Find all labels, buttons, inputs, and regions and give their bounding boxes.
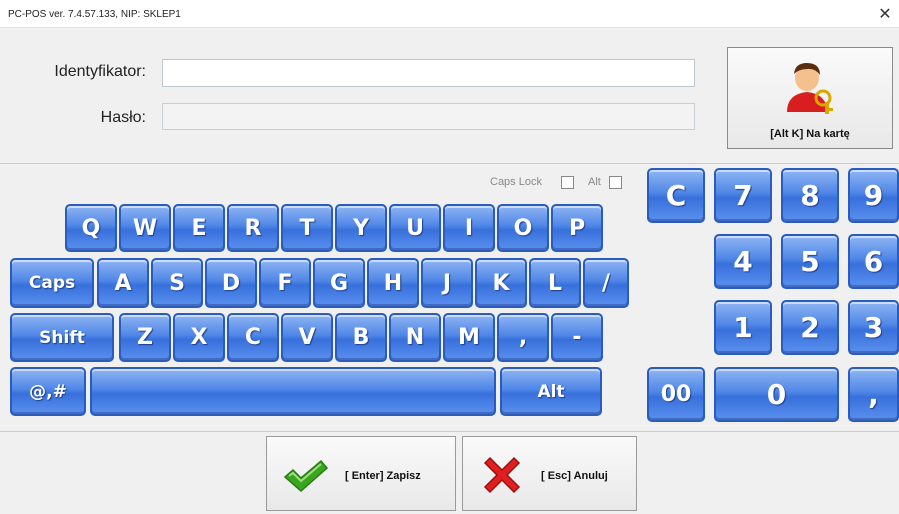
key-t[interactable]: T <box>281 204 333 252</box>
key-e[interactable]: E <box>173 204 225 252</box>
key-n[interactable]: N <box>389 313 441 362</box>
key-x[interactable]: X <box>173 313 225 362</box>
key-6[interactable]: 6 <box>848 234 899 289</box>
key-j[interactable]: J <box>421 258 473 308</box>
key-caps[interactable]: Caps <box>10 258 94 308</box>
caps-lock-label: Caps Lock <box>490 176 542 188</box>
key-y[interactable]: Y <box>335 204 387 252</box>
key-00[interactable]: 00 <box>647 367 705 422</box>
key-8[interactable]: 8 <box>781 168 839 223</box>
card-login-label: [Alt K] Na kartę <box>770 128 850 140</box>
key-9[interactable]: 9 <box>848 168 899 223</box>
key-q[interactable]: Q <box>65 204 117 252</box>
alt-checkbox[interactable] <box>609 176 622 189</box>
save-button[interactable]: [ Enter] Zapisz <box>266 436 456 511</box>
key-a[interactable]: A <box>97 258 149 308</box>
cancel-label: [ Esc] Anuluj <box>541 470 608 482</box>
key-s[interactable]: S <box>151 258 203 308</box>
key-symbols[interactable]: @,# <box>10 367 86 416</box>
caps-lock-checkbox[interactable] <box>561 176 574 189</box>
close-icon[interactable]: ✕ <box>875 4 895 24</box>
checkmark-icon <box>283 459 329 492</box>
save-label: [ Enter] Zapisz <box>345 470 421 482</box>
key-h[interactable]: H <box>367 258 419 308</box>
key-c[interactable]: C <box>227 313 279 362</box>
key-u[interactable]: U <box>389 204 441 252</box>
identifier-label: Identyfikator: <box>54 63 146 80</box>
cross-icon <box>483 456 521 494</box>
key-i[interactable]: I <box>443 204 495 252</box>
window-title: PC-POS ver. 7.4.57.133, NIP: SKLEP1 <box>8 9 181 20</box>
user-key-icon <box>787 63 833 114</box>
key-slash[interactable]: / <box>583 258 629 308</box>
key-0[interactable]: 0 <box>714 367 839 422</box>
password-label: Hasło: <box>100 109 146 126</box>
key-5[interactable]: 5 <box>781 234 839 289</box>
password-field[interactable] <box>162 103 695 130</box>
key-p[interactable]: P <box>551 204 603 252</box>
key-z[interactable]: Z <box>119 313 171 362</box>
key-k[interactable]: K <box>475 258 527 308</box>
key-m[interactable]: M <box>443 313 495 362</box>
identifier-field[interactable] <box>162 59 695 87</box>
key-r[interactable]: R <box>227 204 279 252</box>
key-clear[interactable]: C <box>647 168 705 223</box>
card-login-button[interactable]: [Alt K] Na kartę <box>727 47 893 149</box>
key-4[interactable]: 4 <box>714 234 772 289</box>
key-2[interactable]: 2 <box>781 300 839 355</box>
key-space[interactable] <box>90 367 496 416</box>
key-comma[interactable]: , <box>497 313 549 362</box>
key-shift[interactable]: Shift <box>10 313 114 362</box>
key-decimal[interactable]: , <box>848 367 899 422</box>
key-f[interactable]: F <box>259 258 311 308</box>
key-g[interactable]: G <box>313 258 365 308</box>
key-l[interactable]: L <box>529 258 581 308</box>
key-d[interactable]: D <box>205 258 257 308</box>
alt-label: Alt <box>588 176 601 188</box>
key-v[interactable]: V <box>281 313 333 362</box>
key-1[interactable]: 1 <box>714 300 772 355</box>
key-minus[interactable]: - <box>551 313 603 362</box>
key-3[interactable]: 3 <box>848 300 899 355</box>
key-alt[interactable]: Alt <box>500 367 602 416</box>
key-o[interactable]: O <box>497 204 549 252</box>
separator-bottom <box>0 431 899 432</box>
cancel-button[interactable]: [ Esc] Anuluj <box>462 436 637 511</box>
separator-top <box>0 163 899 164</box>
key-b[interactable]: B <box>335 313 387 362</box>
key-w[interactable]: W <box>119 204 171 252</box>
key-7[interactable]: 7 <box>714 168 772 223</box>
title-bar: PC-POS ver. 7.4.57.133, NIP: SKLEP1 ✕ <box>0 0 899 28</box>
